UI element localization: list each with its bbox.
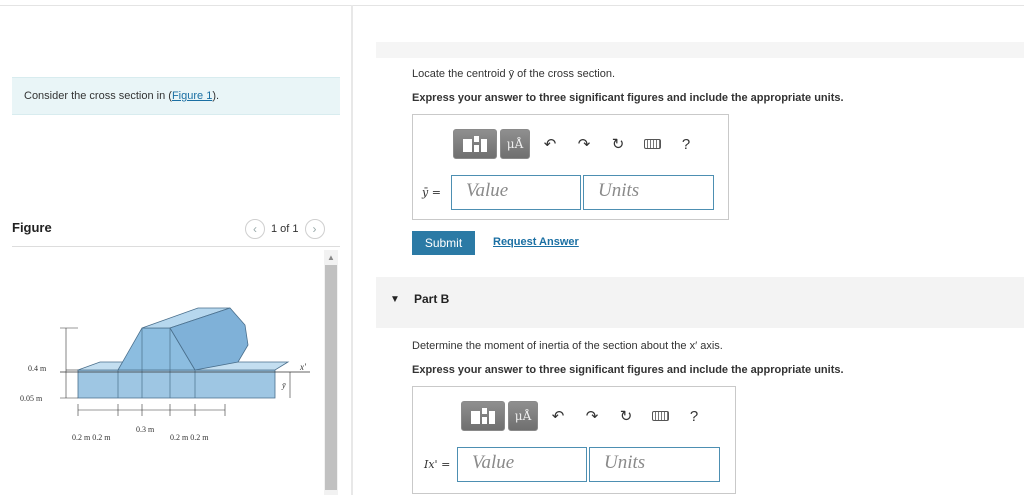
y-bar-label: ȳ [281,381,286,390]
help-icon[interactable]: ? [669,136,703,153]
template-button[interactable] [461,401,505,431]
template-icon [471,408,495,424]
part-a-question: Locate the centroid ȳ of the cross secti… [412,68,616,80]
undo-icon[interactable]: ↶ [541,407,575,425]
pager-count: 1 of 1 [271,223,299,235]
intro-tail: ). [212,90,220,102]
submit-button[interactable]: Submit [412,231,475,255]
part-a-answer-box: μÅ ↶ ↷ ↻ ? ȳ = Value Units [412,114,729,220]
part-b-header[interactable]: ▼ Part B [376,277,1024,328]
part-b-toolbar: μÅ ↶ ↷ ↻ ? [461,401,711,431]
intro-panel: Consider the cross section in (Figure 1)… [12,77,340,115]
keyboard-icon[interactable] [635,136,669,153]
y-bar-symbol: ȳ = [422,186,441,199]
units-input[interactable]: Units [583,175,714,210]
value-input[interactable]: Value [457,447,587,482]
next-figure-button[interactable]: › [304,219,325,239]
part-a-instruction: Express your answer to three significant… [412,92,844,104]
part-a-toolbar: μÅ ↶ ↷ ↻ ? [453,129,703,159]
part-b-answer-box: μÅ ↶ ↷ ↻ ? Ix' = Value Units [412,386,736,494]
column-divider [351,5,353,495]
figure-pager: ‹ 1 of 1 › [245,219,325,239]
redo-icon[interactable]: ↷ [567,135,601,153]
ix-prime-symbol: Ix' = [424,458,451,471]
units-input[interactable]: Units [589,447,720,482]
cross-section-figure: 0.4 m 0.05 m 0.3 m 0.2 m 0.2 m 0.2 m 0.2… [20,307,310,442]
chevron-right-icon: › [312,222,317,236]
intro-text: Consider the cross section in ( [24,90,172,102]
dim-03-label: 0.3 m [136,425,155,434]
part-b-question: Determine the moment of inertia of the s… [412,340,723,352]
dim-005-label: 0.05 m [20,394,43,403]
figure-separator [12,246,340,247]
dim-right-label: 0.2 m 0.2 m [170,433,209,442]
part-a-header-band [376,42,1024,58]
caret-down-icon: ▼ [390,294,400,305]
flange-front [77,369,276,399]
chevron-left-icon: ‹ [253,222,257,236]
keyboard-icon[interactable] [643,408,677,425]
dim-left-label: 0.2 m 0.2 m [72,433,111,442]
units-button[interactable]: μÅ [508,401,538,431]
part-a-field-row: ȳ = Value Units [422,175,714,210]
figure-link[interactable]: Figure 1 [172,90,212,102]
x-prime-label: x' [299,362,307,372]
units-button[interactable]: μÅ [500,129,530,159]
reset-icon[interactable]: ↻ [601,135,635,153]
prev-figure-button[interactable]: ‹ [245,219,265,239]
dim-04-label: 0.4 m [28,364,47,373]
part-b-instruction: Express your answer to three significant… [412,364,844,376]
part-b-field-row: Ix' = Value Units [424,447,720,482]
template-icon [463,136,487,152]
redo-icon[interactable]: ↷ [575,407,609,425]
part-b-title: Part B [414,292,450,306]
scroll-up-arrow-icon[interactable]: ▲ [324,250,338,264]
value-input[interactable]: Value [451,175,581,210]
help-icon[interactable]: ? [677,408,711,425]
scrollbar-thumb[interactable] [325,265,337,490]
reset-icon[interactable]: ↻ [609,407,643,425]
request-answer-link[interactable]: Request Answer [493,236,579,248]
template-button[interactable] [453,129,497,159]
figure-heading: Figure [12,220,52,235]
undo-icon[interactable]: ↶ [533,135,567,153]
page: Consider the cross section in (Figure 1)… [0,0,1024,495]
top-divider [0,5,1024,6]
